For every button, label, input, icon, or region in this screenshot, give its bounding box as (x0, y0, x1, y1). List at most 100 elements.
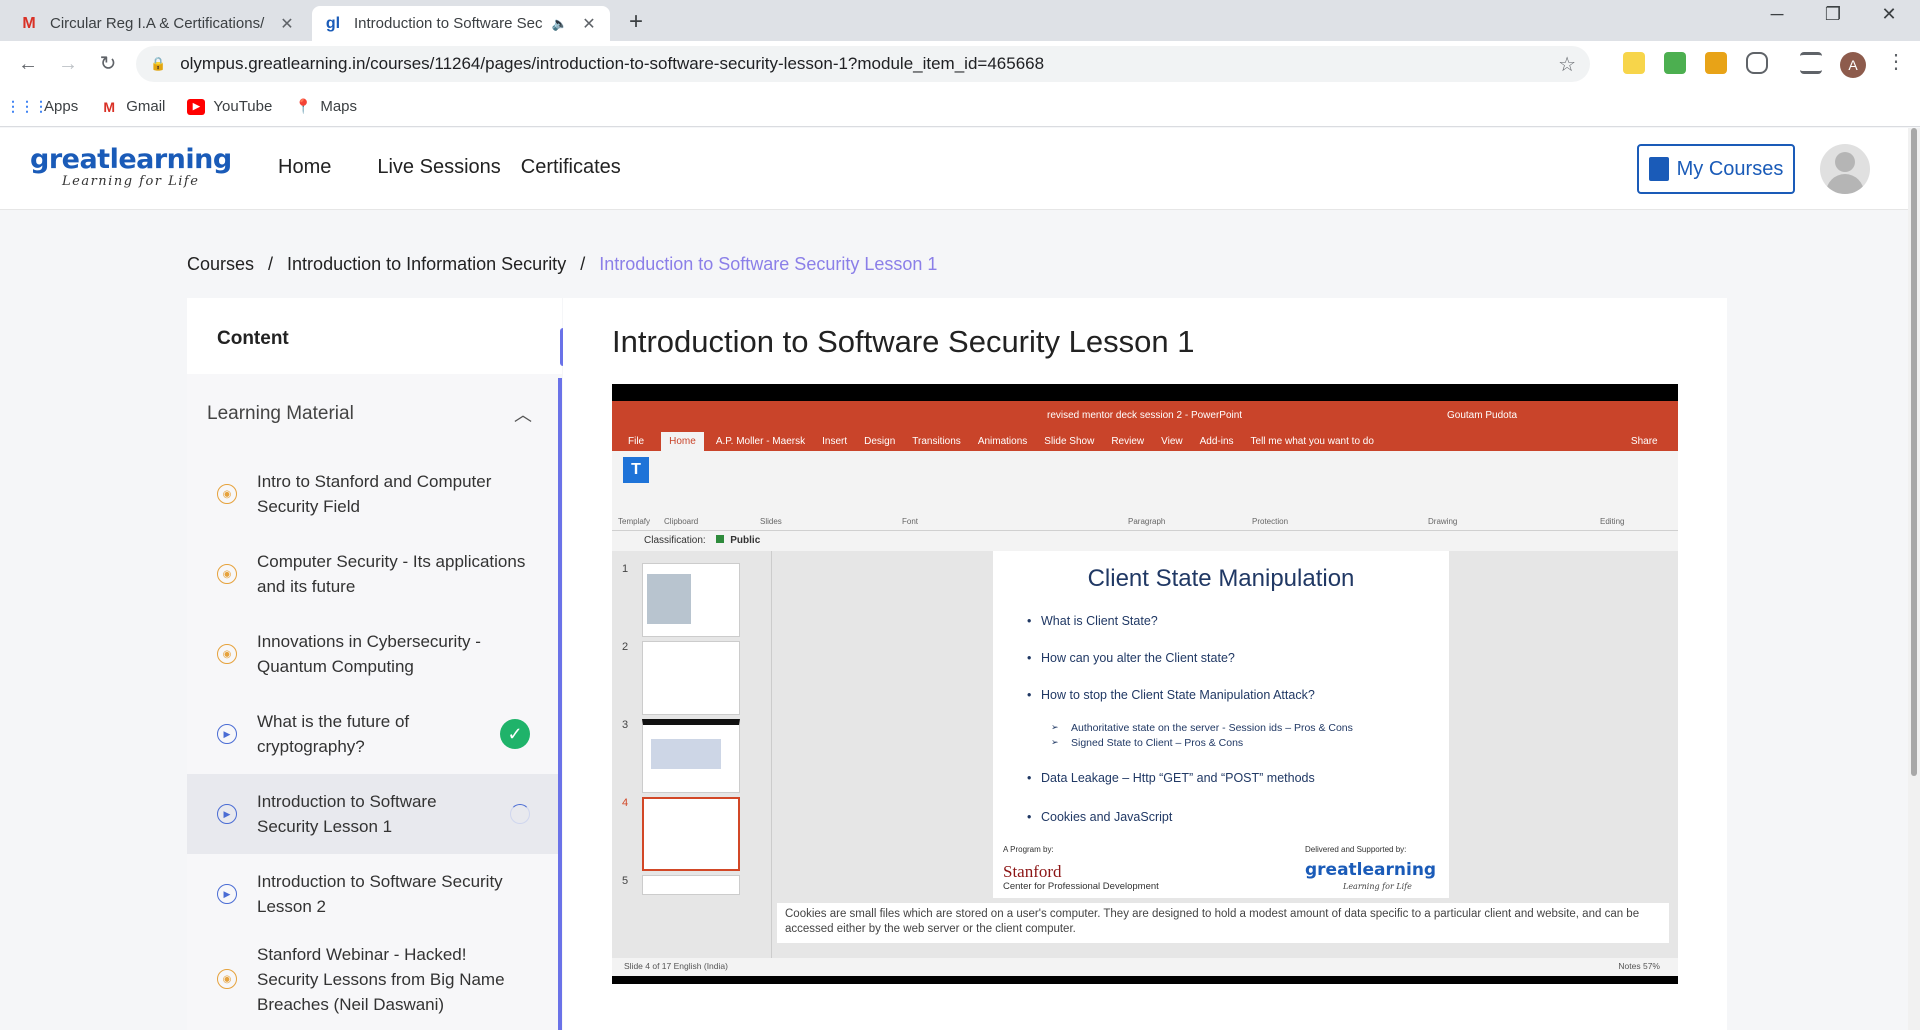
back-icon[interactable]: ← (14, 50, 42, 78)
browser-menu-icon[interactable]: ⋮ (1886, 49, 1906, 74)
media-control-icon[interactable] (1800, 52, 1822, 74)
ppt-slide-thumbnails: 1 2 3 4 5 (612, 551, 772, 958)
bookmark-apps[interactable]: ⋮⋮⋮ Apps (6, 98, 79, 115)
gmail-icon: M (103, 98, 116, 115)
close-tab-icon[interactable]: ✕ (278, 14, 296, 34)
slide-bullet: What is Client State? (1027, 614, 1158, 628)
bookmarks-bar: ⋮⋮⋮ Apps M Gmail ▶ YouTube 📍 Maps (0, 87, 1920, 127)
restore-icon[interactable]: ❐ (1810, 4, 1856, 25)
public-flag-icon (716, 535, 725, 543)
browser-tabstrip: M Circular Reg I.A & Certifications/ ✕ g… (0, 0, 1920, 41)
sidebar-item-label: Introduction to Software Security Lesson… (257, 792, 437, 836)
forward-icon[interactable]: → (54, 50, 82, 78)
greatlearning-slide-logo: greatlearning (1305, 860, 1437, 880)
book-icon (1648, 157, 1669, 181)
browser-tab-lesson[interactable]: gl Introduction to Software Sec 🔈 ✕ (312, 6, 610, 41)
extension-sheets-icon[interactable] (1664, 52, 1686, 74)
slide-number: 1 (622, 563, 629, 575)
sidebar-scrollbar[interactable] (558, 378, 562, 1030)
ppt-window-title: revised mentor deck session 2 - PowerPoi… (1047, 410, 1243, 421)
bookmark-label: Gmail (126, 98, 166, 115)
sidebar-item-software-security-1[interactable]: ▶ Introduction to Software Security Less… (187, 774, 562, 854)
minimize-icon[interactable]: ─ (1754, 4, 1800, 25)
ppt-title-bar: revised mentor deck session 2 - PowerPoi… (612, 401, 1678, 431)
ppt-group-label: Drawing (1428, 517, 1458, 526)
greatlearning-logo[interactable]: greatlearning Learning for Life (30, 146, 232, 190)
delivered-by-label: Delivered and Supported by: (1305, 845, 1407, 854)
stanford-logo: Stanford (1003, 862, 1062, 881)
close-window-icon[interactable]: ✕ (1866, 4, 1912, 25)
url-text: olympus.greatlearning.in/courses/11264/p… (180, 54, 1045, 73)
breadcrumb-courses[interactable]: Courses (187, 254, 254, 275)
ppt-slide: Client State Manipulation What is Client… (993, 551, 1449, 898)
ppt-group-label: Slides (760, 517, 782, 526)
site-header: greatlearning Learning for Life Home Liv… (0, 128, 1908, 210)
bookmark-gmail[interactable]: M Gmail (100, 98, 165, 115)
nav-certificates[interactable]: Certificates (521, 156, 621, 179)
sidebar-item-intro-stanford[interactable]: ◉ Intro to Stanford and Computer Securit… (187, 454, 562, 534)
ppt-tab: Slide Show (1044, 435, 1095, 447)
ppt-user: Goutam Pudota (1447, 410, 1518, 421)
chevron-up-icon[interactable]: ︿ (514, 401, 532, 427)
play-icon: ▶ (217, 724, 237, 744)
sidebar-item-webinar[interactable]: ◉ Stanford Webinar - Hacked! Security Le… (187, 934, 562, 1024)
address-bar[interactable]: 🔒 olympus.greatlearning.in/courses/11264… (136, 46, 1590, 82)
progress-spinner-icon (510, 804, 530, 824)
gamepad-icon[interactable] (1746, 52, 1768, 74)
ppt-tab: Transitions (912, 435, 961, 447)
speaker-icon[interactable]: 🔈 (552, 16, 568, 32)
nav-live-sessions[interactable]: Live Sessions (377, 156, 500, 179)
bookmark-maps[interactable]: 📍 Maps (294, 98, 357, 115)
sidebar-item-label: Computer Security - Its applications and… (257, 552, 526, 596)
greatlearning-slide-tag: Learning for Life (1343, 882, 1412, 891)
ppt-status-left: Slide 4 of 17 English (India) (624, 961, 728, 971)
sidebar-item-cryptography[interactable]: ▶ What is the future of cryptography? ✓ (187, 694, 562, 774)
reload-icon[interactable]: ↻ (94, 50, 122, 78)
lock-icon[interactable]: 🔒 (150, 56, 166, 72)
lesson-video-frame[interactable]: revised mentor deck session 2 - PowerPoi… (612, 384, 1678, 984)
slide-bullet: How can you alter the Client state? (1027, 651, 1235, 665)
sidebar-item-label: Intro to Stanford and Computer Security … (257, 472, 492, 516)
sidebar-item-computer-security[interactable]: ◉ Computer Security - Its applications a… (187, 534, 562, 614)
bookmark-star-icon[interactable]: ☆ (1558, 52, 1576, 77)
section-label: Learning Material (207, 403, 354, 424)
bookmark-youtube[interactable]: ▶ YouTube (187, 98, 272, 115)
ppt-speaker-notes: Cookies are small files which are stored… (777, 903, 1669, 943)
profile-avatar[interactable]: A (1840, 52, 1866, 78)
bookmark-label: Apps (44, 98, 79, 115)
content-sidebar: Content Learning Material ︿ ◉ Intro to S… (187, 298, 562, 1030)
browser-tab-gmail[interactable]: M Circular Reg I.A & Certifications/ ✕ (8, 6, 308, 41)
bookmark-label: Maps (320, 98, 358, 115)
nav-home[interactable]: Home (278, 156, 331, 179)
ppt-group-label: Templafy (618, 517, 651, 526)
program-by-label: A Program by: (1003, 845, 1054, 854)
ppt-classification-bar: Classification: Public (612, 531, 1678, 551)
bookmark-label: YouTube (213, 98, 273, 115)
ppt-group-label: Protection (1252, 517, 1289, 526)
page-scrollbar[interactable] (1908, 128, 1920, 1030)
ppt-tab: Insert (822, 435, 848, 447)
new-tab-button[interactable]: + (622, 8, 650, 36)
ppt-status-right: Notes 57% (1618, 961, 1660, 971)
ppt-tab: A.P. Moller - Maersk (715, 435, 806, 447)
ppt-status-bar: Slide 4 of 17 English (India) Notes 57% (612, 958, 1678, 976)
extension-download-icon[interactable] (1705, 52, 1727, 74)
youtube-icon: ▶ (187, 98, 206, 115)
user-avatar[interactable] (1820, 144, 1870, 194)
slide-bullet: Data Leakage – Http “GET” and “POST” met… (1027, 771, 1315, 785)
ppt-tab: View (1161, 435, 1183, 447)
slide-thumbnail-selected (642, 797, 740, 871)
extension-sticky-icon[interactable] (1623, 52, 1645, 74)
sidebar-header: Content (187, 298, 562, 374)
learning-material-section[interactable]: Learning Material ︿ (187, 374, 562, 454)
slide-number: 5 (622, 875, 629, 887)
close-tab-icon[interactable]: ✕ (580, 14, 598, 34)
main-nav: Home Live Sessions Certificates (278, 156, 667, 179)
my-courses-button[interactable]: My Courses (1637, 144, 1795, 194)
sidebar-item-software-security-2[interactable]: ▶ Introduction to Software Security Less… (187, 854, 562, 934)
breadcrumb-course[interactable]: Introduction to Information Security (287, 254, 566, 275)
reading-icon: ◉ (217, 969, 237, 989)
sidebar-item-quantum[interactable]: ◉ Innovations in Cybersecurity - Quantum… (187, 614, 562, 694)
ppt-ribbon: T Templafy Clipboard Slides Font Paragra… (612, 451, 1678, 531)
ppt-body: 1 2 3 4 5 Client State Manipulation What… (612, 551, 1678, 958)
